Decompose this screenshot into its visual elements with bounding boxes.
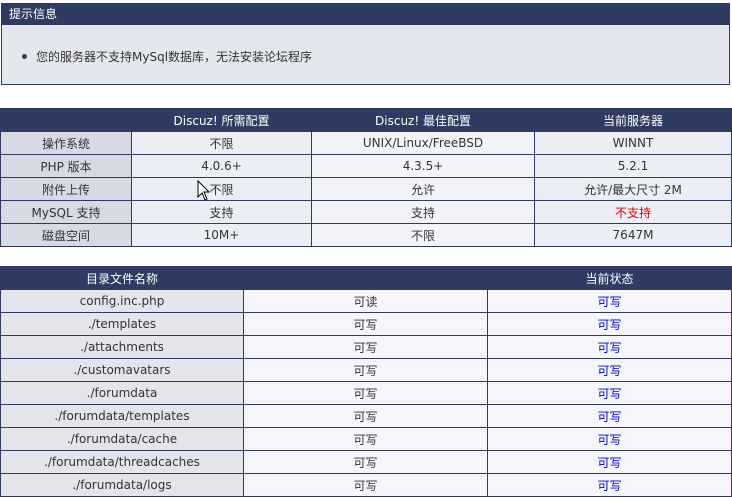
env-current: 不支持 — [534, 200, 732, 224]
env-header-blank — [0, 108, 132, 132]
env-label: 操作系统 — [0, 131, 132, 155]
env-label: 附件上传 — [0, 177, 132, 201]
environment-table: Discuz! 所需配置 Discuz! 最佳配置 当前服务器 操作系统 不限 UN… — [0, 108, 732, 247]
directory-row: ./forumdata/templates 可写 可写 — [0, 404, 732, 428]
env-header-best: Discuz! 最佳配置 — [311, 108, 535, 132]
dir-status: 可写 — [487, 381, 732, 405]
env-current: WINNT — [534, 131, 732, 155]
dir-status: 可写 — [487, 427, 732, 451]
dir-name: ./forumdata/logs — [0, 473, 244, 497]
directory-row: ./forumdata/threadcaches 可写 可写 — [0, 450, 732, 474]
dir-name: config.inc.php — [0, 289, 244, 313]
dir-status: 可写 — [487, 473, 732, 497]
dir-required: 可读 — [243, 289, 488, 313]
env-required: 不限 — [131, 131, 312, 155]
notice-title: 提示信息 — [2, 4, 729, 25]
directory-row: ./forumdata 可写 可写 — [0, 381, 732, 405]
env-best: 不限 — [311, 223, 535, 247]
env-best: 支持 — [311, 200, 535, 224]
dir-name: ./templates — [0, 312, 244, 336]
directory-row: ./forumdata/logs 可写 可写 — [0, 473, 732, 497]
dir-status: 可写 — [487, 335, 732, 359]
directory-header-row: 目录文件名称 当前状态 — [0, 266, 732, 290]
env-current: 允许/最大尺寸 2M — [534, 177, 732, 201]
directory-row: ./templates 可写 可写 — [0, 312, 732, 336]
bullet-icon — [22, 54, 27, 59]
env-best: 允许 — [311, 177, 535, 201]
dir-status: 可写 — [487, 404, 732, 428]
env-required: 不限 — [131, 177, 312, 201]
notice-message-item: 您的服务器不支持MySql数据库，无法安装论坛程序 — [22, 50, 312, 64]
dir-status: 可写 — [487, 289, 732, 313]
dir-required: 可写 — [243, 335, 488, 359]
dir-header-status: 当前状态 — [487, 266, 732, 290]
dir-required: 可写 — [243, 450, 488, 474]
dir-required: 可写 — [243, 312, 488, 336]
env-current: 7647M — [534, 223, 732, 247]
env-best: 4.3.5+ — [311, 154, 535, 178]
dir-name: ./forumdata/threadcaches — [0, 450, 244, 474]
dir-required: 可写 — [243, 473, 488, 497]
environment-row: PHP 版本 4.0.6+ 4.3.5+ 5.2.1 — [0, 154, 732, 178]
env-current: 5.2.1 — [534, 154, 732, 178]
dir-required: 可写 — [243, 381, 488, 405]
dir-name: ./attachments — [0, 335, 244, 359]
dir-name: ./forumdata/templates — [0, 404, 244, 428]
directory-row: config.inc.php 可读 可写 — [0, 289, 732, 313]
env-required: 4.0.6+ — [131, 154, 312, 178]
environment-row: MySQL 支持 支持 支持 不支持 — [0, 200, 732, 224]
dir-header-required — [243, 266, 488, 290]
env-required: 10M+ — [131, 223, 312, 247]
env-best: UNIX/Linux/FreeBSD — [311, 131, 535, 155]
directory-row: ./attachments 可写 可写 — [0, 335, 732, 359]
environment-row: 操作系统 不限 UNIX/Linux/FreeBSD WINNT — [0, 131, 732, 155]
dir-status: 可写 — [487, 312, 732, 336]
notice-box: 提示信息 您的服务器不支持MySql数据库，无法安装论坛程序 — [1, 3, 730, 85]
env-header-current: 当前服务器 — [534, 108, 732, 132]
dir-name: ./forumdata — [0, 381, 244, 405]
dir-name: ./customavatars — [0, 358, 244, 382]
environment-row: 附件上传 不限 允许 允许/最大尺寸 2M — [0, 177, 732, 201]
directory-row: ./customavatars 可写 可写 — [0, 358, 732, 382]
env-label: PHP 版本 — [0, 154, 132, 178]
notice-message: 您的服务器不支持MySql数据库，无法安装论坛程序 — [36, 50, 313, 64]
env-header-required: Discuz! 所需配置 — [131, 108, 312, 132]
directory-table: 目录文件名称 当前状态 config.inc.php 可读 可写 ./template… — [0, 266, 732, 497]
env-label: 磁盘空间 — [0, 223, 132, 247]
mouse-cursor-icon — [197, 179, 211, 201]
env-required: 支持 — [131, 200, 312, 224]
dir-status: 可写 — [487, 358, 732, 382]
dir-required: 可写 — [243, 427, 488, 451]
dir-required: 可写 — [243, 358, 488, 382]
dir-name: ./forumdata/cache — [0, 427, 244, 451]
directory-row: ./forumdata/cache 可写 可写 — [0, 427, 732, 451]
env-label: MySQL 支持 — [0, 200, 132, 224]
dir-status: 可写 — [487, 450, 732, 474]
environment-header-row: Discuz! 所需配置 Discuz! 最佳配置 当前服务器 — [0, 108, 732, 132]
dir-required: 可写 — [243, 404, 488, 428]
environment-row: 磁盘空间 10M+ 不限 7647M — [0, 223, 732, 247]
dir-header-name: 目录文件名称 — [0, 266, 244, 290]
